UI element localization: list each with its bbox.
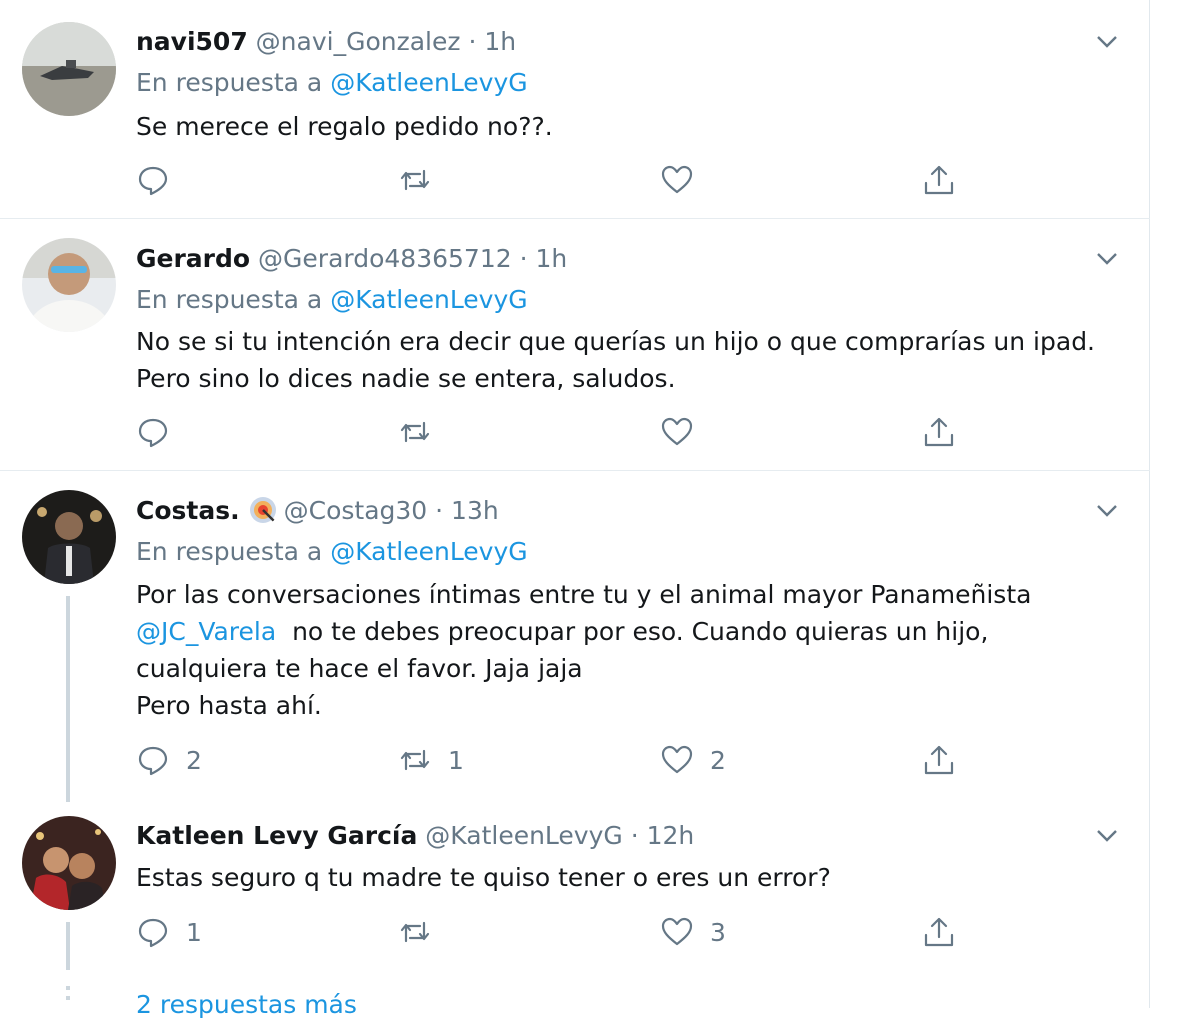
chevron-down-icon[interactable]	[1094, 28, 1120, 54]
chevron-down-icon[interactable]	[1094, 245, 1120, 271]
tweet-feed: navi507 @navi_Gonzalez · 1h En respuesta…	[0, 0, 1150, 1019]
reply-to-link[interactable]: @KatleenLevyG	[330, 68, 527, 97]
display-name[interactable]: navi507	[136, 27, 248, 56]
reply-button[interactable]: 1	[136, 914, 202, 950]
reply-to-link[interactable]: @KatleenLevyG	[330, 537, 527, 566]
tweet-text-line: Pero sino lo dices nadie se entera, salu…	[136, 364, 676, 393]
like-icon	[661, 745, 693, 774]
tweet-header: navi507 @navi_Gonzalez · 1h	[136, 26, 516, 58]
share-button[interactable]	[922, 414, 956, 450]
reply-prefix: En respuesta a	[136, 285, 323, 314]
handle[interactable]: @Gerardo48365712	[258, 244, 512, 273]
retweet-icon	[400, 421, 430, 443]
divider	[0, 470, 1150, 471]
reply-context: En respuesta a @KatleenLevyG	[136, 284, 528, 316]
retweet-icon	[400, 921, 430, 943]
thread-line	[66, 922, 70, 970]
timestamp[interactable]: · 12h	[631, 821, 695, 850]
display-name[interactable]: Costas.	[136, 496, 240, 525]
handle[interactable]: @KatleenLevyG	[425, 821, 622, 850]
like-button[interactable]	[660, 414, 694, 450]
share-button[interactable]	[922, 914, 956, 950]
handle[interactable]: @Costag30	[284, 496, 428, 525]
mention-link[interactable]: @JC_Varela	[136, 617, 276, 646]
like-count: 2	[710, 745, 726, 775]
reply-count: 2	[186, 745, 202, 775]
retweet-count: 1	[448, 745, 464, 775]
reply-button[interactable]	[136, 162, 170, 198]
reply-icon	[138, 918, 168, 948]
share-icon	[924, 165, 954, 195]
reply-prefix: En respuesta a	[136, 537, 323, 566]
tweet-text-line: Por las conversaciones íntimas entre tu …	[136, 580, 1032, 609]
tweet-text: Por las conversaciones íntimas entre tu …	[136, 576, 1031, 724]
avatar[interactable]	[22, 22, 116, 116]
timestamp[interactable]: · 13h	[435, 496, 499, 525]
timestamp[interactable]: · 1h	[468, 27, 516, 56]
reply-context: En respuesta a @KatleenLevyG	[136, 67, 528, 99]
retweet-button[interactable]: 1	[398, 742, 464, 778]
display-name[interactable]: Gerardo	[136, 244, 250, 273]
share-icon	[924, 417, 954, 447]
tweet-header: Gerardo @Gerardo48365712 · 1h	[136, 243, 567, 275]
reply-prefix: En respuesta a	[136, 68, 323, 97]
tweet-header: Costas. @Costag30 · 13h	[136, 495, 499, 527]
chevron-down-icon[interactable]	[1094, 822, 1120, 848]
retweet-icon	[400, 749, 430, 771]
tweet-text: Se merece el regalo pedido no??.	[136, 112, 553, 141]
tweet-header: Katleen Levy García @KatleenLevyG · 12h	[136, 820, 694, 852]
chevron-down-icon[interactable]	[1094, 497, 1120, 523]
retweet-button[interactable]	[398, 414, 432, 450]
target-emoji-icon	[249, 497, 276, 523]
share-icon	[924, 917, 954, 947]
reply-button[interactable]	[136, 414, 170, 450]
like-button[interactable]: 2	[660, 742, 726, 778]
divider	[0, 218, 1150, 219]
reply-icon	[138, 166, 168, 196]
handle[interactable]: @navi_Gonzalez	[256, 27, 461, 56]
avatar[interactable]	[22, 490, 116, 584]
avatar[interactable]	[22, 816, 116, 910]
reply-icon	[138, 746, 168, 776]
tweet-text: Estas seguro q tu madre te quiso tener o…	[136, 863, 831, 892]
timestamp[interactable]: · 1h	[520, 244, 568, 273]
tweet-text-line: cualquiera te hace el favor. Jaja jaja	[136, 654, 583, 683]
like-icon	[661, 917, 693, 946]
retweet-icon	[400, 169, 430, 191]
share-icon	[924, 745, 954, 775]
retweet-button[interactable]	[398, 914, 448, 950]
tweet-text-line: no te debes preocupar por eso. Cuando qu…	[276, 617, 989, 646]
like-button[interactable]: 3	[660, 914, 726, 950]
reply-icon	[138, 418, 168, 448]
like-count: 3	[710, 917, 726, 947]
thread-line	[66, 596, 70, 802]
reply-button[interactable]: 2	[136, 742, 202, 778]
tweet-text-line: No se si tu intención era decir que quer…	[136, 327, 1096, 356]
thread-dot	[66, 996, 70, 1000]
show-more-replies-link[interactable]: 2 respuestas más	[136, 990, 357, 1019]
tweet-text: No se si tu intención era decir que quer…	[136, 323, 1095, 397]
reply-count: 1	[186, 917, 202, 947]
like-button[interactable]	[660, 162, 694, 198]
like-icon	[661, 417, 693, 446]
like-icon	[661, 165, 693, 194]
thread-dot	[66, 986, 70, 990]
share-button[interactable]	[922, 742, 956, 778]
retweet-button[interactable]	[398, 162, 432, 198]
reply-context: En respuesta a @KatleenLevyG	[136, 536, 528, 568]
share-button[interactable]	[922, 162, 956, 198]
reply-to-link[interactable]: @KatleenLevyG	[330, 285, 527, 314]
avatar[interactable]	[22, 238, 116, 332]
display-name[interactable]: Katleen Levy García	[136, 821, 417, 850]
tweet-text-line: Pero hasta ahí.	[136, 691, 322, 720]
